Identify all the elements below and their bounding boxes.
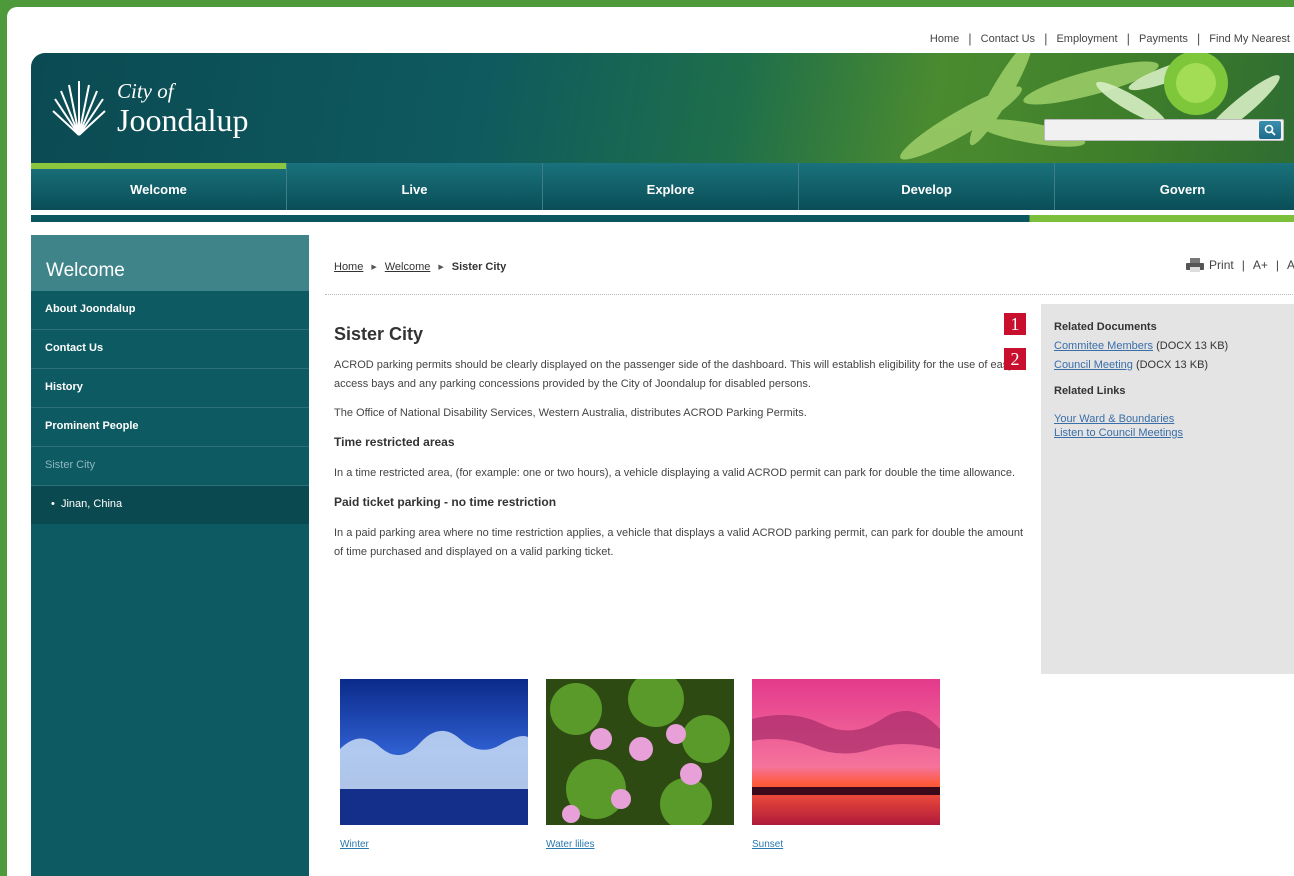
section-heading: Time restricted areas [334, 435, 455, 449]
search-input[interactable] [1045, 120, 1251, 140]
paragraph: The Office of National Disability Servic… [334, 407, 807, 419]
related-links-heading: Related Links [1054, 385, 1126, 397]
nav-develop[interactable]: Develop [799, 163, 1055, 210]
logo-text: City of Joondalup [117, 78, 249, 138]
gallery-item: Water lilies [546, 679, 734, 850]
utility-link-payments[interactable]: Payments [1130, 33, 1197, 45]
utility-link-home[interactable]: Home [921, 33, 968, 45]
page-title: Sister City [334, 324, 424, 344]
breadcrumb-arrow-icon: ▶ [438, 264, 444, 271]
doc-meta: (DOCX 13 KB) [1135, 359, 1209, 371]
image-gallery: Winter Water lilies Sunset [340, 679, 958, 850]
gallery-item: Sunset [752, 679, 940, 850]
nav-label: Govern [1159, 182, 1206, 197]
utility-link-employment[interactable]: Employment [1047, 33, 1126, 45]
link-council-meetings[interactable]: Listen to Council Meetings [1054, 427, 1183, 439]
sunset-image[interactable] [752, 679, 940, 825]
doc-link-council-meeting[interactable]: Council Meeting [1054, 359, 1133, 371]
breadcrumb-home[interactable]: Home [334, 261, 363, 273]
sidebar-subitem-label: Jinan, China [60, 498, 123, 510]
paragraph: In a time restricted area, (for example:… [334, 467, 1016, 479]
breadcrumb: Home ▶ Welcome ▶ Sister City [334, 261, 506, 273]
page-tools: Print | A+ | A- [1186, 258, 1294, 272]
link-ward-boundaries[interactable]: Your Ward & Boundaries [1054, 413, 1174, 425]
gallery-caption-sunset[interactable]: Sunset [752, 839, 940, 850]
sidebar-item-contact[interactable]: Contact Us [31, 330, 309, 369]
breadcrumb-current: Sister City [451, 261, 507, 273]
paragraph: In a paid parking area where no time res… [334, 527, 1024, 558]
page-frame: Home | Contact Us | Employment | Payment… [7, 7, 1294, 876]
city-logo-icon [52, 81, 106, 136]
site-header: City of Joondalup Welcome Live Explore D… [31, 53, 1294, 210]
nav-label: Welcome [130, 182, 187, 197]
nav-explore[interactable]: Explore [543, 163, 799, 210]
print-link[interactable]: Print [1209, 258, 1234, 272]
nav-label: Live [401, 182, 428, 197]
printer-icon[interactable] [1186, 258, 1205, 272]
utility-link-contact[interactable]: Contact Us [972, 33, 1044, 45]
annotation-marker-2: 2 [1004, 348, 1026, 370]
doc-link-committee-members[interactable]: Commitee Members [1054, 340, 1153, 352]
gallery-caption-water-lilies[interactable]: Water lilies [546, 839, 734, 850]
logo-line-2: Joondalup [117, 101, 249, 138]
sidebar-item-history[interactable]: History [31, 369, 309, 408]
water-lilies-image[interactable] [546, 679, 734, 825]
related-doc: Commitee Members (DOCX 13 KB) [1054, 337, 1294, 356]
separator: | [1241, 258, 1245, 272]
search-icon [1264, 124, 1276, 136]
related-doc: Council Meeting (DOCX 13 KB) [1054, 356, 1294, 375]
separator: | [1275, 258, 1279, 272]
logo[interactable]: City of Joondalup [51, 77, 249, 139]
gallery-caption-winter[interactable]: Winter [340, 839, 528, 850]
search-button[interactable] [1259, 121, 1281, 139]
sidebar-subitem-jinan[interactable]: • Jinan, China [31, 486, 309, 524]
gallery-item: Winter [340, 679, 528, 850]
related-documents-heading: Related Documents [1054, 321, 1157, 333]
sidebar-item-about[interactable]: About Joondalup [31, 291, 309, 330]
breadcrumb-arrow-icon: ▶ [371, 264, 377, 271]
nav-label: Develop [901, 182, 952, 197]
divider [325, 294, 1294, 295]
breadcrumb-welcome[interactable]: Welcome [385, 261, 431, 273]
doc-meta: (DOCX 13 KB) [1156, 340, 1229, 352]
winter-image[interactable] [340, 679, 528, 825]
related-links-list: Your Ward & Boundaries Listen to Council… [1054, 412, 1294, 440]
sidebar-item-prominent-people[interactable]: Prominent People [31, 408, 309, 447]
font-increase-button[interactable]: A+ [1253, 258, 1268, 272]
header-divider [31, 215, 1294, 222]
utility-nav: Home | Contact Us | Employment | Payment… [921, 31, 1294, 46]
nav-welcome[interactable]: Welcome [31, 163, 287, 210]
sidebar-title: Welcome [31, 235, 309, 291]
section-heading: Paid ticket parking - no time restrictio… [334, 495, 557, 509]
font-decrease-button[interactable]: A- [1287, 258, 1294, 272]
main-content: Sister City ACROD parking permits should… [334, 325, 1024, 572]
annotation-marker-1: 1 [1004, 313, 1026, 335]
nav-live[interactable]: Live [287, 163, 543, 210]
main-nav: Welcome Live Explore Develop Govern [31, 163, 1294, 210]
search-box [1044, 119, 1284, 141]
utility-link-find-nearest[interactable]: Find My Nearest [1200, 33, 1294, 45]
related-panel: Related Documents Commitee Members (DOCX… [1041, 304, 1294, 674]
sidebar-item-sister-city[interactable]: Sister City [31, 447, 309, 486]
paragraph: ACROD parking permits should be clearly … [334, 359, 1014, 390]
nav-label: Explore [646, 182, 695, 197]
logo-line-1: City of [117, 78, 174, 103]
sidebar: Welcome About Joondalup Contact Us Histo… [31, 235, 309, 876]
nav-govern[interactable]: Govern [1055, 163, 1294, 210]
